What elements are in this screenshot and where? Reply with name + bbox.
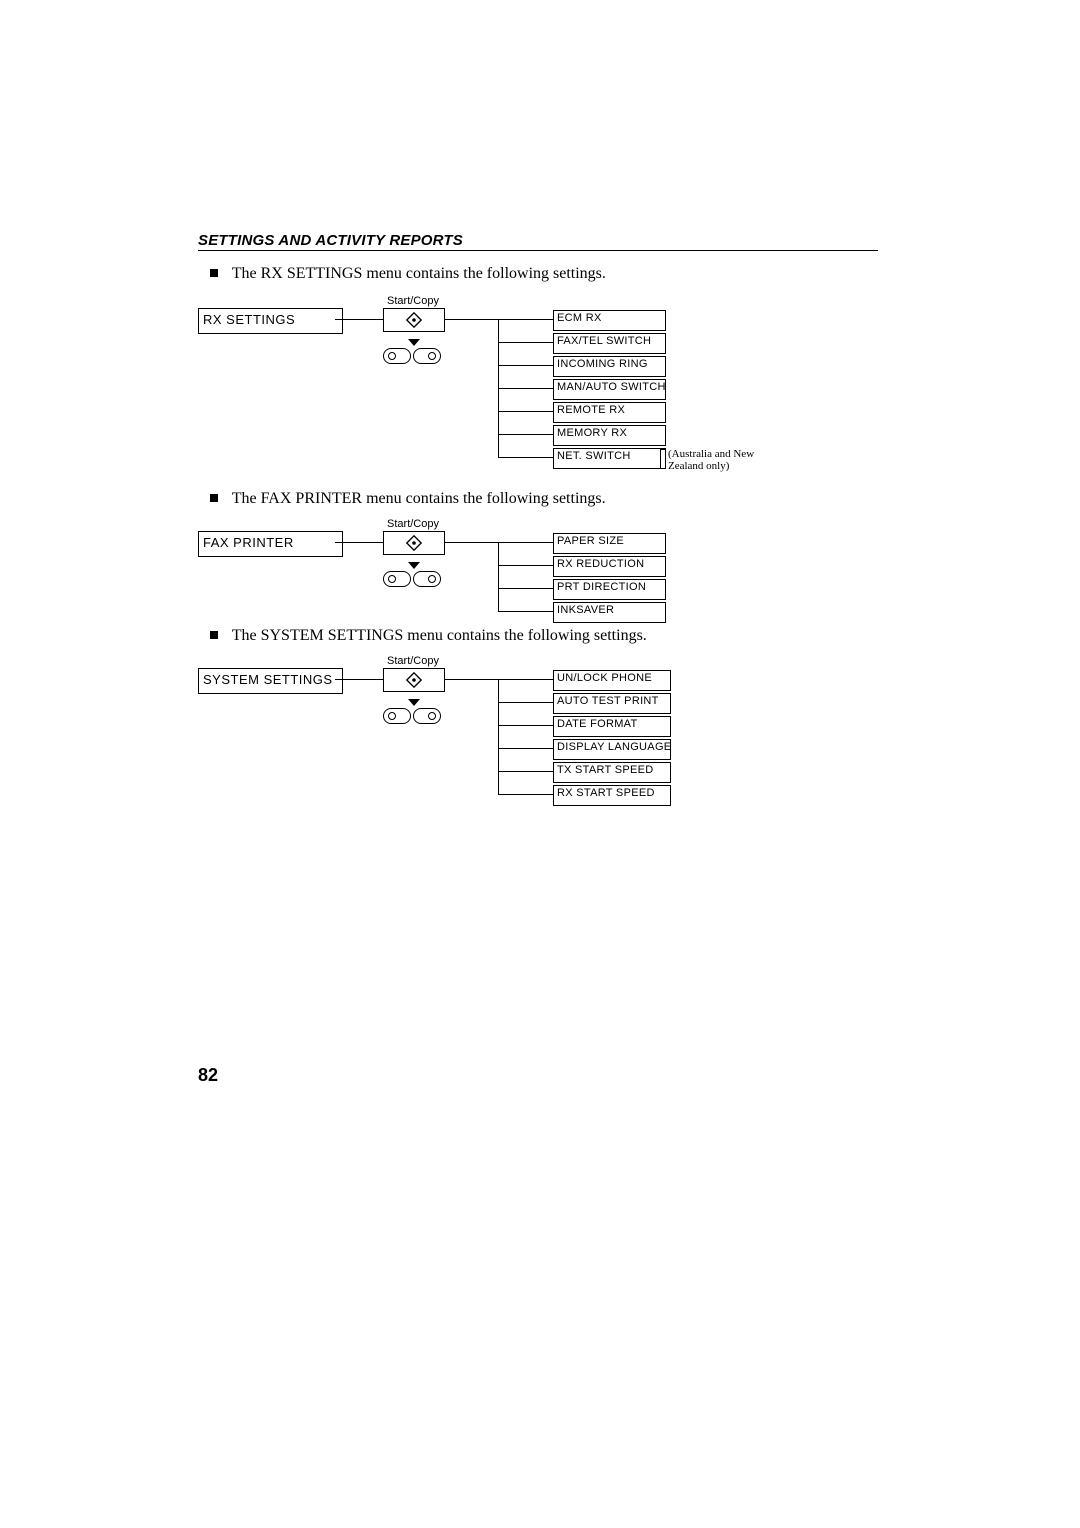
diamond-icon: [405, 311, 423, 329]
connector-line: [498, 611, 553, 612]
menu-box-rx-settings: RX SETTINGS: [198, 308, 343, 334]
opt-rx-start-speed: RX START SPEED: [553, 785, 671, 806]
connector-line: [498, 434, 553, 435]
down-arrow-icon: [407, 338, 421, 348]
note-aus-nz: (Australia and New Zealand only): [668, 448, 778, 472]
opt-display-language: DISPLAY LANGUAGE: [553, 739, 671, 760]
menu-box-system-settings: SYSTEM SETTINGS: [198, 668, 343, 694]
connector-line: [498, 725, 553, 726]
bullet-square-icon: [210, 631, 218, 639]
opt-remote-rx: REMOTE RX: [553, 402, 666, 423]
connector-line: [498, 748, 553, 749]
connector-line: [498, 388, 553, 389]
opt-net-switch: NET. SWITCH: [553, 448, 666, 469]
start-copy-button: [383, 308, 445, 332]
connector-line: [498, 771, 553, 772]
connector-line: [498, 542, 553, 543]
bullet-system-settings: The SYSTEM SETTINGS menu contains the fo…: [210, 627, 870, 645]
manual-page: { "header": "SETTINGS AND ACTIVITY REPOR…: [0, 0, 1080, 1528]
connector-line: [485, 319, 498, 320]
opt-unlock-phone: UN/LOCK PHONE: [553, 670, 671, 691]
opt-inksaver: INKSAVER: [553, 602, 666, 623]
bullet-text: The SYSTEM SETTINGS menu contains the fo…: [232, 627, 647, 644]
page-number: 82: [198, 1065, 218, 1086]
start-copy-label: Start/Copy: [383, 295, 443, 307]
connector-line: [498, 588, 553, 589]
connector-line: [498, 565, 553, 566]
bus-line: [498, 542, 499, 611]
opt-memory-rx: MEMORY RX: [553, 425, 666, 446]
connector-line: [335, 679, 383, 680]
diamond-icon: [405, 534, 423, 552]
diagram-rx-settings: RX SETTINGS Start/Copy ECM RX FAX/TEL SW…: [198, 295, 898, 470]
opt-date-format: DATE FORMAT: [553, 716, 671, 737]
connector-line: [485, 542, 498, 543]
connector-line: [498, 457, 553, 458]
connector-line: [498, 365, 553, 366]
start-copy-button: [383, 531, 445, 555]
scroll-buttons-icon: [383, 708, 443, 726]
connector-line: [445, 319, 485, 320]
connector-line: [498, 679, 553, 680]
opt-paper-size: PAPER SIZE: [553, 533, 666, 554]
bullet-fax-printer: The FAX PRINTER menu contains the follow…: [210, 490, 870, 508]
opt-fax-tel-switch: FAX/TEL SWITCH: [553, 333, 666, 354]
connector-line: [485, 679, 498, 680]
opt-prt-direction: PRT DIRECTION: [553, 579, 666, 600]
connector-line: [498, 342, 553, 343]
connector-line: [335, 319, 383, 320]
section-header: SETTINGS AND ACTIVITY REPORTS: [198, 232, 463, 249]
start-copy-button: [383, 668, 445, 692]
start-copy-label: Start/Copy: [383, 518, 443, 530]
scroll-buttons-icon: [383, 571, 443, 589]
connector-line: [498, 319, 553, 320]
connector-line: [335, 542, 383, 543]
header-rule: [198, 250, 878, 251]
brace-icon: [660, 449, 667, 469]
opt-rx-reduction: RX REDUCTION: [553, 556, 666, 577]
connector-line: [445, 542, 485, 543]
connector-line: [498, 702, 553, 703]
opt-incoming-ring: INCOMING RING: [553, 356, 666, 377]
bullet-text: The FAX PRINTER menu contains the follow…: [232, 490, 606, 507]
connector-line: [498, 411, 553, 412]
bullet-square-icon: [210, 494, 218, 502]
connector-line: [445, 679, 485, 680]
connector-line: [498, 794, 553, 795]
opt-man-auto-switch: MAN/AUTO SWITCH: [553, 379, 666, 400]
bus-line: [498, 679, 499, 794]
down-arrow-icon: [407, 698, 421, 708]
diagram-fax-printer: FAX PRINTER Start/Copy PAPER SIZE RX RED…: [198, 518, 898, 628]
opt-tx-start-speed: TX START SPEED: [553, 762, 671, 783]
bullet-square-icon: [210, 269, 218, 277]
diamond-icon: [405, 671, 423, 689]
opt-ecm-rx: ECM RX: [553, 310, 666, 331]
bullet-text: The RX SETTINGS menu contains the follow…: [232, 265, 606, 282]
diagram-system-settings: SYSTEM SETTINGS Start/Copy UN/LOCK PHONE…: [198, 655, 898, 810]
menu-box-fax-printer: FAX PRINTER: [198, 531, 343, 557]
opt-auto-test-print: AUTO TEST PRINT: [553, 693, 671, 714]
down-arrow-icon: [407, 561, 421, 571]
bullet-rx-settings: The RX SETTINGS menu contains the follow…: [210, 265, 870, 283]
start-copy-label: Start/Copy: [383, 655, 443, 667]
scroll-buttons-icon: [383, 348, 443, 366]
